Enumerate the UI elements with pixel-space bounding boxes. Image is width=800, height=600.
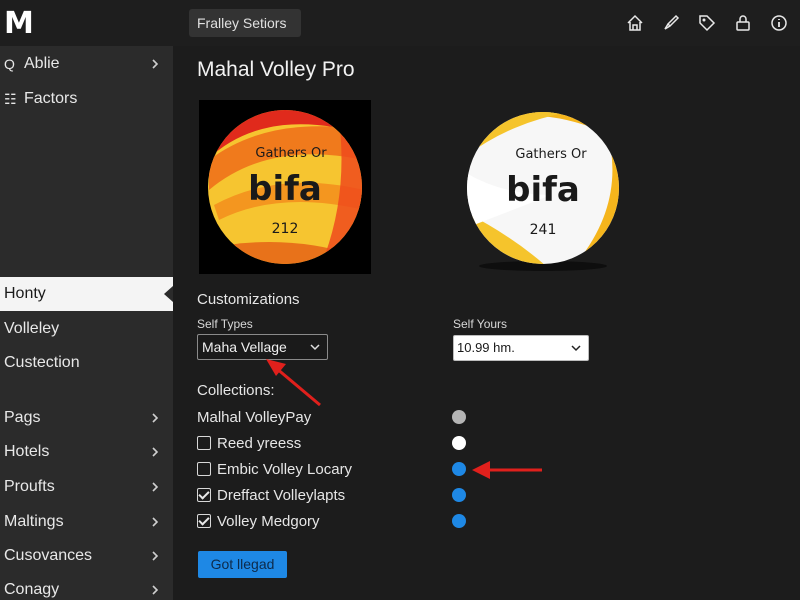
self-types-value: Maha Vellage: [202, 339, 287, 355]
chevron-right-icon: [152, 447, 159, 457]
sidebar: Q Ablie ☷ Factors Honty Volleley Custect…: [0, 46, 173, 600]
chevron-right-icon: [152, 413, 159, 423]
chevron-right-icon: [152, 482, 159, 492]
sidebar-item-maltings[interactable]: Maltings: [0, 505, 173, 539]
search-icon: Q: [4, 56, 15, 72]
customizations-heading: Customizations: [197, 291, 300, 308]
ball-brand: bifa: [506, 170, 580, 210]
sidebar-item-conagy[interactable]: Conagy: [0, 573, 173, 600]
checkbox-checked[interactable]: [197, 488, 211, 502]
brush-icon[interactable]: [658, 10, 684, 36]
info-icon[interactable]: [766, 10, 792, 36]
sidebar-item-custection[interactable]: Custection: [0, 346, 173, 380]
app-logo[interactable]: M: [4, 6, 34, 41]
chevron-right-icon: [152, 59, 159, 69]
ball-number: 241: [530, 222, 557, 238]
collections-heading: Collections:: [197, 382, 275, 399]
self-types-label: Self Types: [197, 317, 253, 331]
sidebar-item-label: Ablie: [24, 55, 60, 72]
ball-number: 212: [272, 221, 299, 237]
chevron-down-icon: [310, 344, 320, 351]
sidebar-item-label: Proufts: [4, 478, 55, 495]
collection-item[interactable]: Embic Volley Locary: [197, 457, 352, 481]
chevron-right-icon: [152, 551, 159, 561]
collection-item[interactable]: Malhal VolleyPay: [197, 405, 311, 429]
sidebar-item-label: Factors: [24, 90, 78, 107]
ball-label-top: Gathers Or: [515, 147, 587, 162]
sidebar-item-volleley[interactable]: Volleley: [0, 312, 173, 346]
home-icon[interactable]: [622, 10, 648, 36]
ball-label-top: Gathers Or: [255, 146, 327, 161]
sidebar-item-label: Pags: [4, 409, 41, 426]
collection-item[interactable]: Reed yreess: [197, 431, 301, 455]
sidebar-item-label: Honty: [4, 285, 46, 302]
checkbox[interactable]: [197, 436, 211, 450]
sidebar-item-hotels[interactable]: Hotels: [0, 435, 173, 469]
top-icon-group: [622, 10, 792, 36]
sidebar-item-proufts[interactable]: Proufts: [0, 470, 173, 504]
collection-item[interactable]: Dreffact Volleylapts: [197, 483, 345, 507]
self-yours-value: 10.99 hm.: [457, 340, 515, 355]
page-title: Mahal Volley Pro: [197, 58, 355, 81]
sidebar-item-label: Hotels: [4, 443, 50, 460]
ball-brand: bifa: [248, 169, 322, 209]
self-yours-label: Self Yours: [453, 317, 508, 331]
status-dot: [452, 514, 466, 528]
collection-label: Volley Medgory: [217, 512, 320, 530]
status-dot: [452, 410, 466, 424]
product-image-2[interactable]: Gathers Or bifa 241: [461, 100, 621, 274]
sidebar-item-cusovances[interactable]: Cusovances: [0, 539, 173, 573]
tag-icon[interactable]: [694, 10, 720, 36]
primary-button[interactable]: Got llegad: [198, 551, 287, 578]
status-dot: [452, 462, 466, 476]
sidebar-item-label: Custection: [4, 354, 80, 371]
sidebar-item-pags[interactable]: Pags: [0, 401, 173, 435]
collection-label: Dreffact Volleylapts: [217, 486, 346, 504]
status-dot: [452, 436, 466, 450]
main-content: Mahal Volley Pro Gathers Or bifa 212 Gat…: [173, 46, 800, 600]
self-types-select[interactable]: Maha Vellage: [197, 334, 328, 360]
sidebar-item-label: Maltings: [4, 513, 64, 530]
grid-icon: ☷: [4, 90, 17, 107]
sidebar-item-honty[interactable]: Honty: [0, 277, 173, 311]
top-tab[interactable]: Fralley Setiors: [189, 9, 301, 37]
chevron-down-icon: [571, 345, 581, 352]
chevron-right-icon: [152, 517, 159, 527]
top-bar: M Fralley Setiors: [0, 0, 800, 46]
product-image-1[interactable]: Gathers Or bifa 212: [199, 100, 371, 274]
active-indicator: [164, 286, 173, 302]
checkbox-checked[interactable]: [197, 514, 211, 528]
self-yours-select[interactable]: 10.99 hm.: [453, 335, 589, 361]
collection-label: Reed yreess: [217, 434, 302, 452]
sidebar-item-ablie[interactable]: Q Ablie: [0, 47, 173, 81]
sidebar-item-factors[interactable]: ☷ Factors: [0, 82, 173, 116]
checkbox[interactable]: [197, 462, 211, 476]
collection-label: Malhal VolleyPay: [197, 408, 312, 426]
collection-label: Embic Volley Locary: [217, 460, 353, 478]
chevron-right-icon: [152, 585, 159, 595]
sidebar-item-label: Volleley: [4, 320, 60, 337]
collection-item[interactable]: Volley Medgory: [197, 509, 320, 533]
status-dot: [452, 488, 466, 502]
lock-icon[interactable]: [730, 10, 756, 36]
sidebar-item-label: Conagy: [4, 581, 60, 598]
sidebar-item-label: Cusovances: [4, 547, 93, 564]
